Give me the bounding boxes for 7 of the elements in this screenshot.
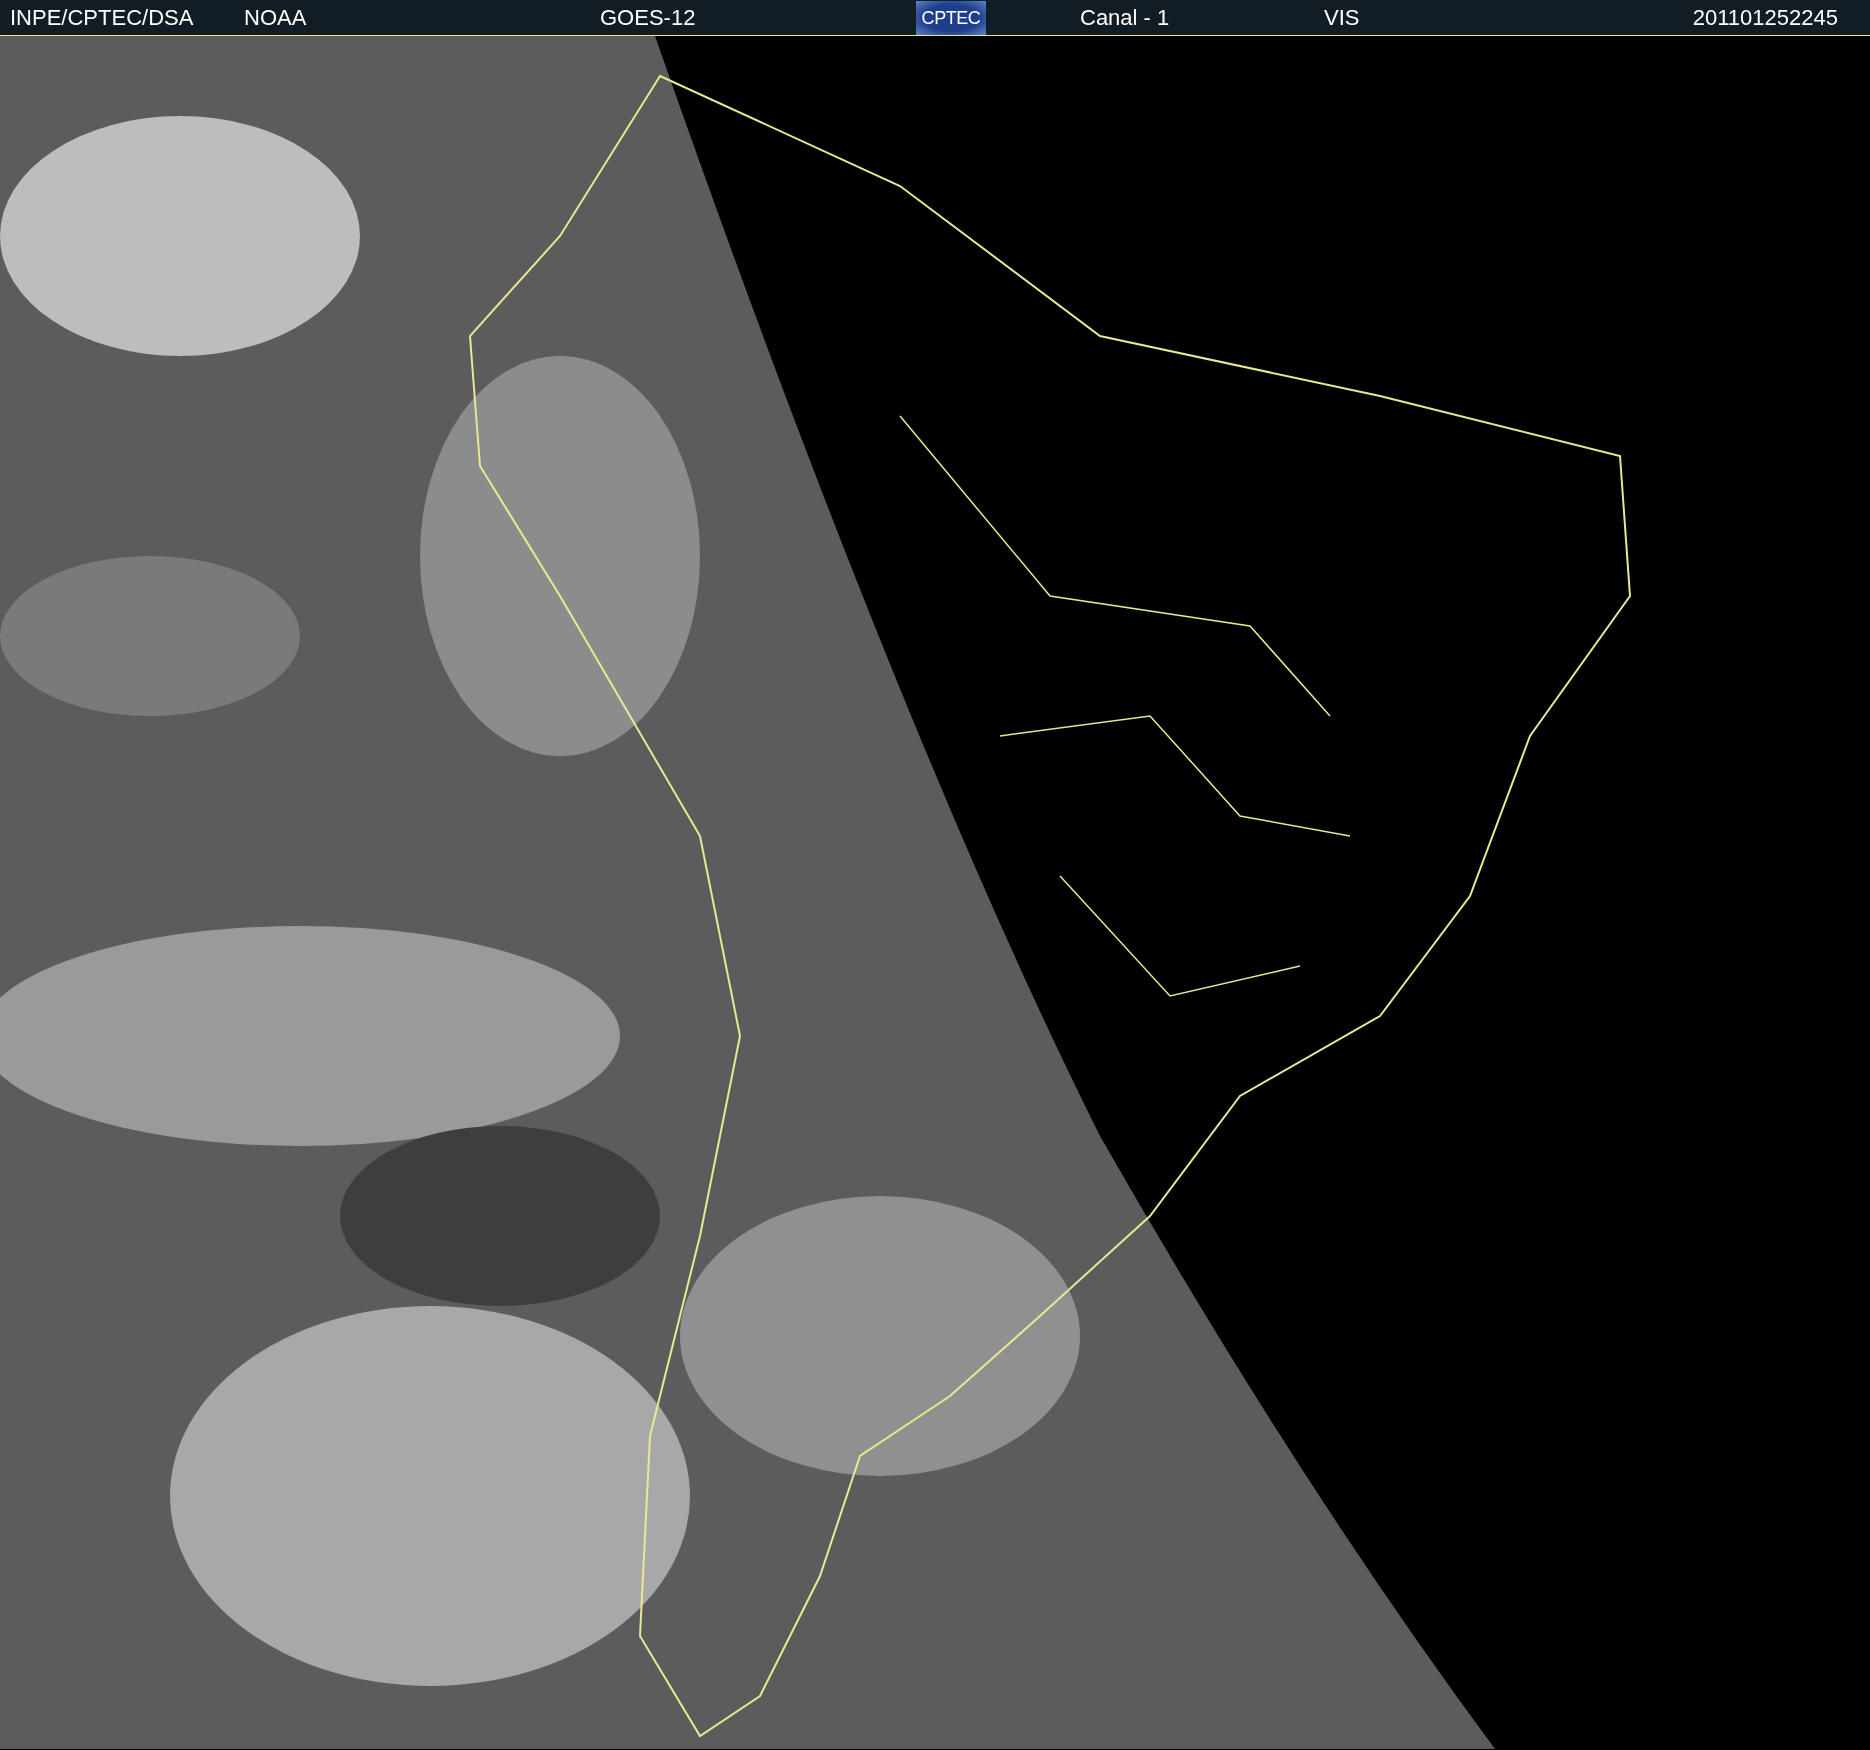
agency-label: NOAA [244, 4, 307, 30]
source-label: INPE/CPTEC/DSA [10, 4, 194, 30]
logo: CPTEC [916, 0, 986, 35]
band-label: VIS [1324, 4, 1360, 30]
satellite-label: GOES-12 [600, 4, 696, 30]
timestamp-label: 201101252245 [1692, 4, 1838, 30]
channel-label: Canal - 1 [1080, 4, 1170, 30]
